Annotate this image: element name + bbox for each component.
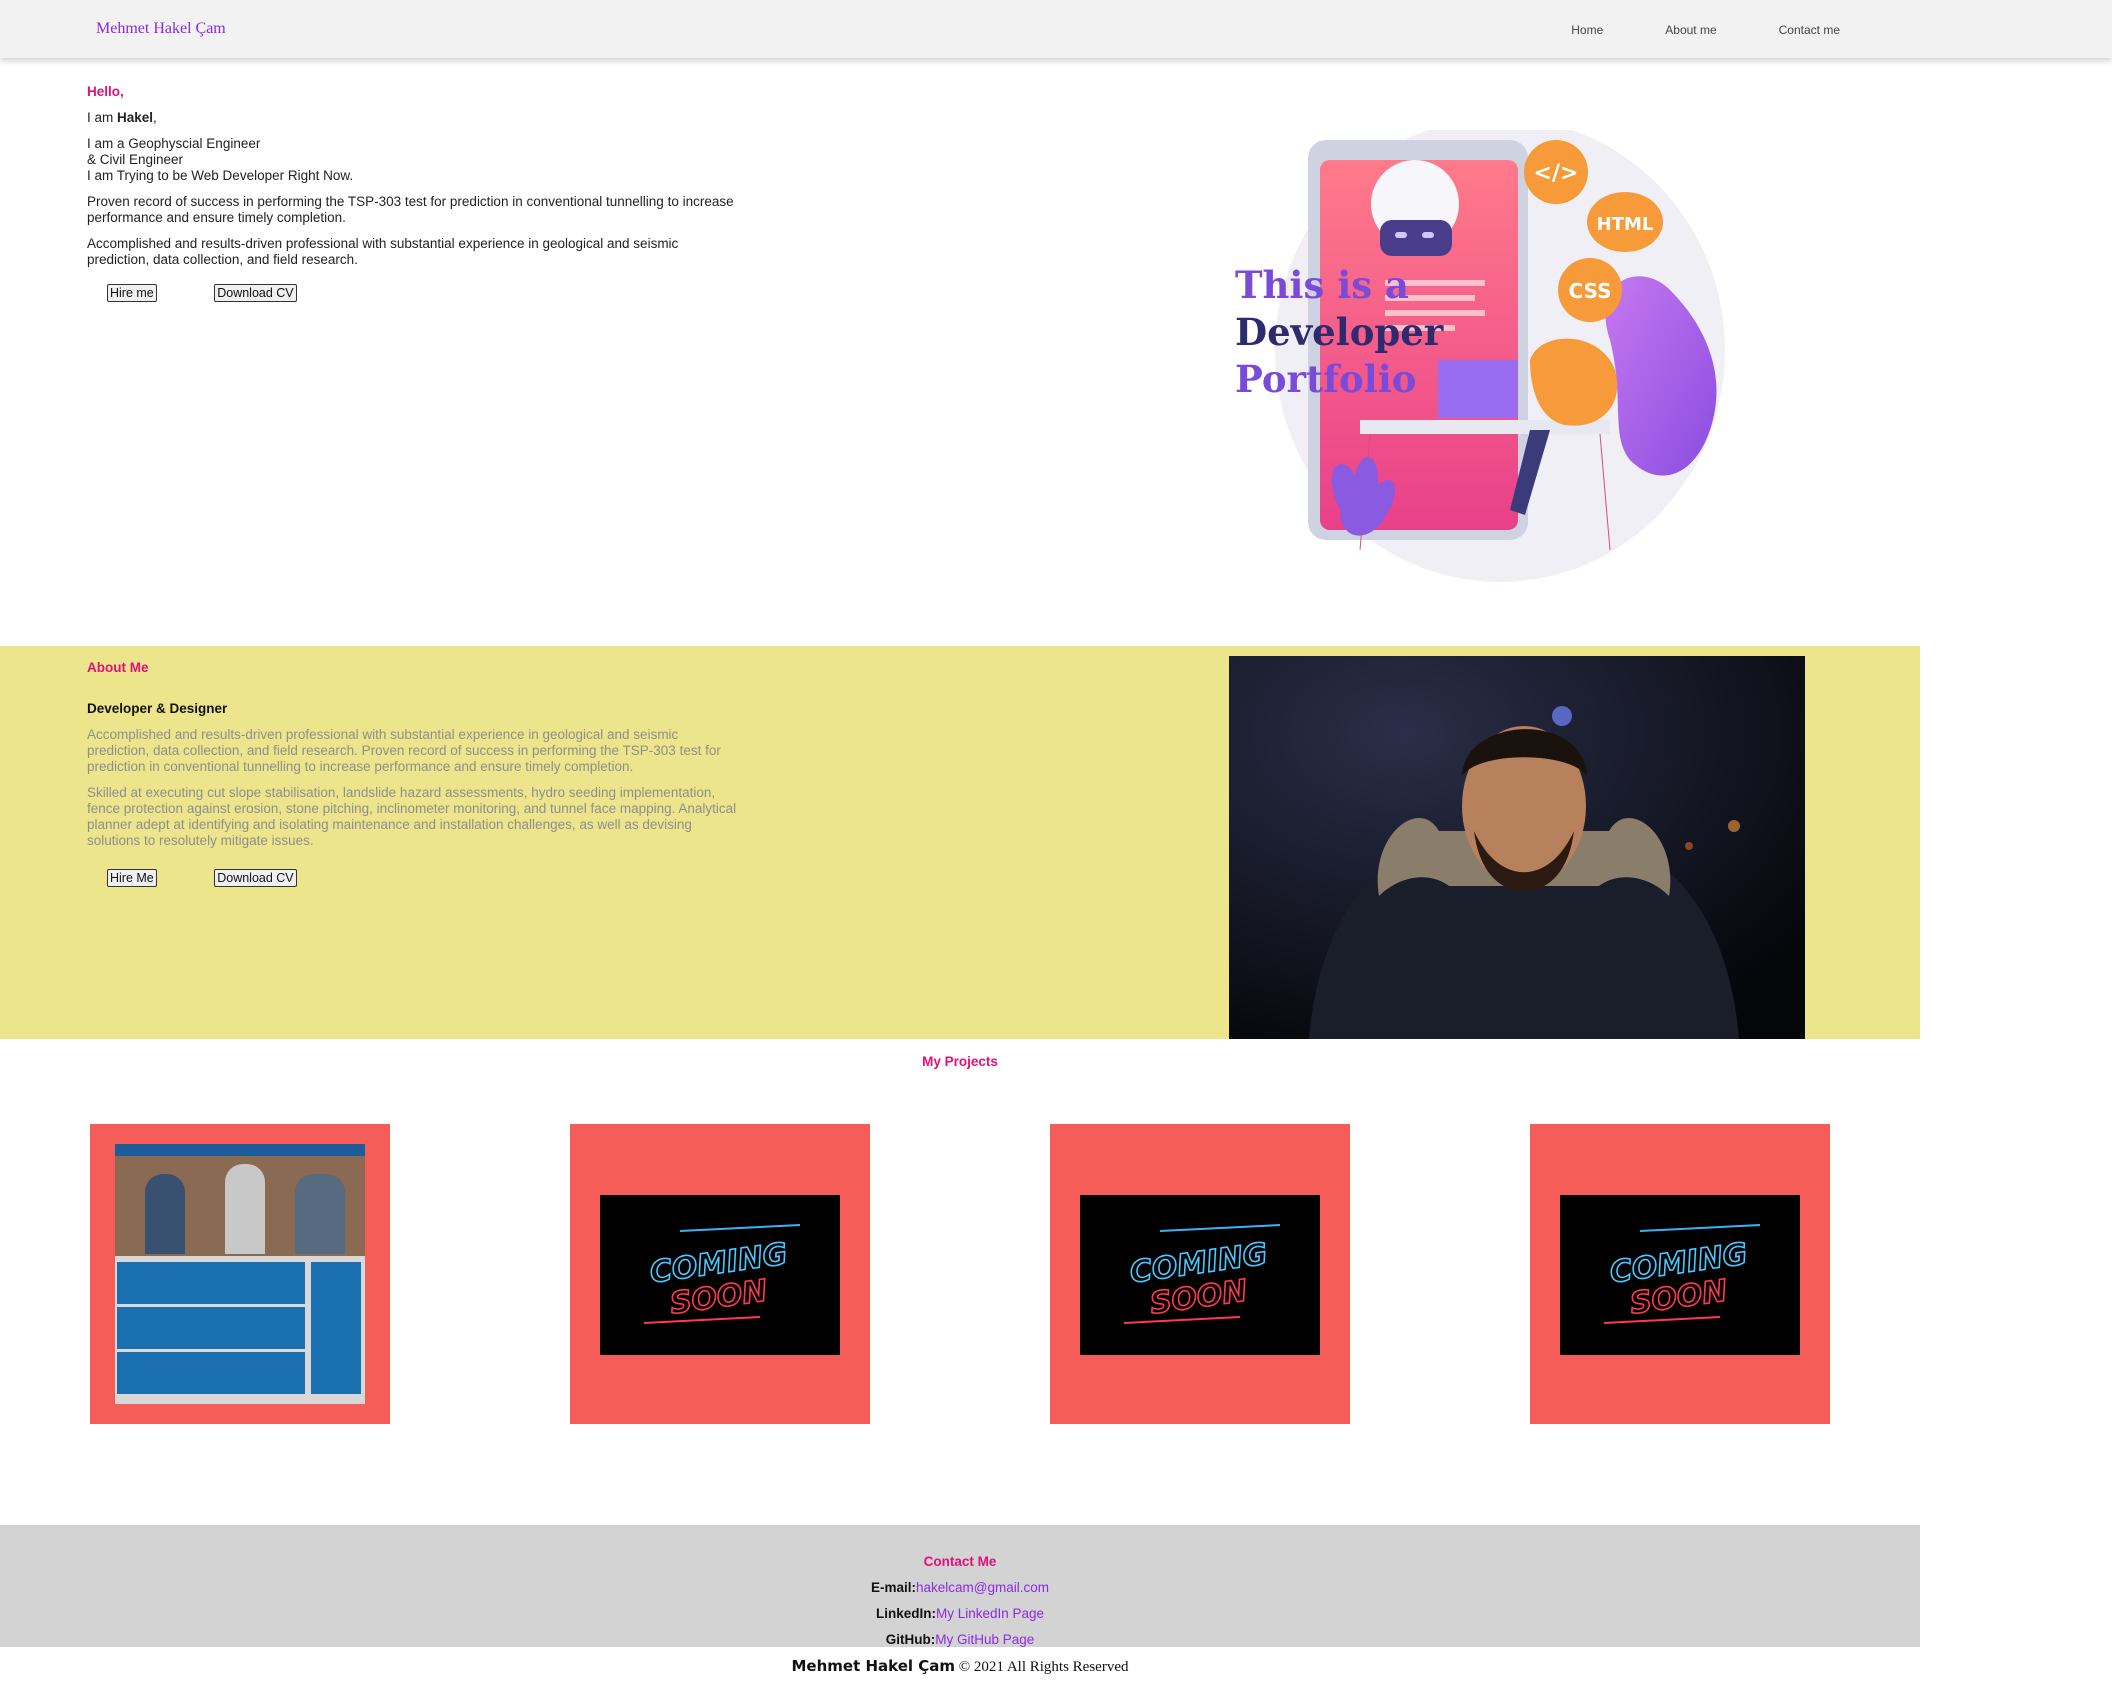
footer-name: Mehmet Hakel Çam	[791, 1657, 956, 1675]
coming-soon-neon: COMING SOON	[643, 1224, 801, 1324]
project-1-screenshot	[115, 1144, 365, 1404]
illustration-line-3: Portfolio	[1235, 357, 1416, 401]
email-link[interactable]: hakelcam@gmail.com	[916, 1580, 1049, 1595]
projects-title: My Projects	[922, 1054, 998, 1069]
project-card-3[interactable]: COMING SOON	[1050, 1124, 1350, 1424]
contact-linkedin-row: LinkedIn:My LinkedIn Page	[0, 1601, 1920, 1627]
coming-soon-image: COMING SOON	[1560, 1195, 1800, 1355]
brand-logo[interactable]: Mehmet Hakel Çam	[96, 20, 226, 38]
hero-roles: I am a Geophyscial Engineer & Civil Engi…	[87, 136, 737, 184]
hero-paragraph-1: Proven record of success in performing t…	[87, 194, 734, 225]
badge-css-text: CSS	[1569, 279, 1612, 303]
coming-soon-neon: COMING SOON	[1123, 1224, 1281, 1324]
email-label: E-mail:	[870, 1580, 916, 1595]
badge-html-text: HTML	[1597, 214, 1654, 235]
github-link[interactable]: My GitHub Page	[935, 1632, 1034, 1647]
hero-greeting: Hello,	[87, 84, 124, 99]
nav-link-home[interactable]: Home	[1571, 23, 1603, 37]
linkedin-label: LinkedIn:	[875, 1606, 936, 1621]
about-download-cv-button[interactable]: Download CV	[214, 869, 297, 887]
footer: Mehmet Hakel Çam © 2021 All Rights Reser…	[0, 1657, 1920, 1676]
coming-soon-neon: COMING SOON	[1603, 1224, 1761, 1324]
badge-code-text: </>	[1534, 161, 1579, 186]
hero-role-2: & Civil Engineer	[87, 152, 184, 167]
hero-buttons: Hire me Download CV	[107, 284, 297, 302]
hero-section: Hello, I am Hakel, I am a Geophyscial En…	[87, 84, 737, 278]
about-paragraph-2: Skilled at executing cut slope stabilisa…	[87, 785, 737, 848]
contact-section: Contact Me E-mail:hakelcam@gmail.com Lin…	[0, 1549, 1920, 1653]
nav-link-about[interactable]: About me	[1665, 23, 1716, 37]
about-subtitle: Developer & Designer	[87, 701, 228, 716]
hero-intro-suffix: ,	[153, 110, 157, 125]
about-paragraph-1: Accomplished and results-driven professi…	[87, 727, 721, 774]
hero-intro: I am Hakel,	[87, 110, 737, 126]
hero-paragraph-2: Accomplished and results-driven professi…	[87, 236, 679, 267]
hero-role-1: I am a Geophyscial Engineer	[87, 136, 261, 151]
hero-name: Hakel	[117, 110, 154, 125]
hire-me-button[interactable]: Hire me	[107, 284, 157, 302]
download-cv-button[interactable]: Download CV	[214, 284, 297, 302]
project-card-4[interactable]: COMING SOON	[1530, 1124, 1830, 1424]
developer-portfolio-illustration: </> HTML CSS This is a Developer Portfol…	[1235, 130, 1725, 582]
contact-email-row: E-mail:hakelcam@gmail.com	[0, 1575, 1920, 1601]
about-hire-me-button[interactable]: Hire Me	[107, 869, 157, 887]
coming-soon-image: COMING SOON	[1080, 1195, 1320, 1355]
footer-copyright: © 2021 All Rights Reserved	[955, 1659, 1129, 1675]
profile-photo-image	[1229, 656, 1805, 1039]
linkedin-link[interactable]: My LinkedIn Page	[936, 1606, 1044, 1621]
illustration-line-2: Developer	[1235, 310, 1444, 354]
contact-title: Contact Me	[923, 1554, 997, 1569]
project-card-2[interactable]: COMING SOON	[570, 1124, 870, 1424]
nav-links: Home About me Contact me	[1509, 23, 1840, 37]
coming-soon-image: COMING SOON	[600, 1195, 840, 1355]
navbar: Mehmet Hakel Çam Home About me Contact m…	[0, 0, 2112, 58]
contact-github-row: GitHub:My GitHub Page	[0, 1627, 1920, 1653]
about-title: About Me	[87, 660, 149, 675]
hero-role-3: I am Trying to be Web Developer Right No…	[87, 168, 354, 183]
nav-link-contact[interactable]: Contact me	[1779, 23, 1840, 37]
profile-photo	[1229, 656, 1805, 1039]
hero-intro-prefix: I am	[87, 110, 118, 125]
project-card-1[interactable]	[90, 1124, 390, 1424]
github-label: GitHub:	[885, 1632, 936, 1647]
about-section: About Me Developer & Designer Accomplish…	[87, 660, 737, 859]
illustration-line-1: This is a	[1235, 263, 1409, 307]
about-buttons: Hire Me Download CV	[107, 869, 297, 887]
